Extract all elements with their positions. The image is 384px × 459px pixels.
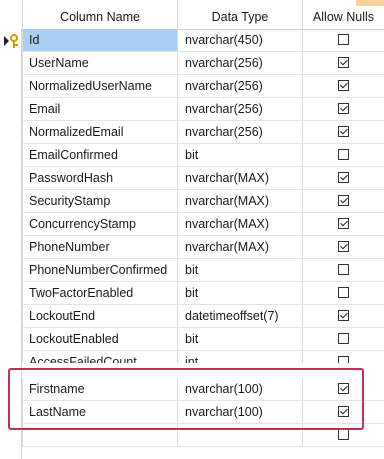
allow-nulls-cell: [302, 75, 384, 98]
table-row[interactable]: PasswordHash nvarchar(MAX): [0, 167, 384, 190]
column-name-cell[interactable]: Id: [22, 29, 177, 52]
allow-nulls-checkbox[interactable]: [338, 356, 349, 363]
allow-nulls-checkbox[interactable]: [338, 287, 349, 298]
highlight-annotation: [8, 368, 364, 430]
data-type-header[interactable]: Data Type: [177, 6, 302, 29]
row-selector[interactable]: [3, 102, 19, 118]
data-type-cell[interactable]: nvarchar(256): [177, 75, 302, 98]
table-row[interactable]: AccessFailedCount int: [0, 351, 384, 363]
row-selector[interactable]: [3, 217, 19, 233]
row-selector[interactable]: [3, 286, 19, 302]
allow-nulls-checkbox[interactable]: [338, 218, 349, 229]
table-designer-grid: Column Name Data Type Allow Nulls Id nvar…: [0, 0, 384, 459]
data-type-cell[interactable]: nvarchar(MAX): [177, 167, 302, 190]
row-selector[interactable]: [3, 194, 19, 210]
data-type-cell[interactable]: nvarchar(256): [177, 98, 302, 121]
column-name-cell[interactable]: NormalizedEmail: [22, 121, 177, 144]
row-selector[interactable]: [3, 355, 19, 363]
allow-nulls-checkbox[interactable]: [338, 172, 349, 183]
allow-nulls-checkbox[interactable]: [338, 103, 349, 114]
table-row[interactable]: LockoutEnd datetimeoffset(7): [0, 305, 384, 328]
table-row[interactable]: EmailConfirmed bit: [0, 144, 384, 167]
row-selector[interactable]: [3, 263, 19, 279]
allow-nulls-checkbox[interactable]: [338, 34, 349, 45]
allow-nulls-cell: [302, 121, 384, 144]
column-name-cell[interactable]: SecurityStamp: [22, 190, 177, 213]
allow-nulls-cell: [302, 351, 384, 363]
row-selector[interactable]: [3, 332, 19, 348]
allow-nulls-cell: [302, 259, 384, 282]
column-name-cell[interactable]: ConcurrencyStamp: [22, 213, 177, 236]
column-name-cell[interactable]: LockoutEnabled: [22, 328, 177, 351]
table-row[interactable]: TwoFactorEnabled bit: [0, 282, 384, 305]
column-name-header[interactable]: Column Name: [22, 6, 177, 29]
key-icon[interactable]: [3, 33, 19, 49]
data-type-cell[interactable]: bit: [177, 259, 302, 282]
data-type-cell[interactable]: datetimeoffset(7): [177, 305, 302, 328]
table-row[interactable]: Email nvarchar(256): [0, 98, 384, 121]
allow-nulls-cell: [302, 144, 384, 167]
allow-nulls-cell: [302, 98, 384, 121]
column-name-cell[interactable]: AccessFailedCount: [22, 351, 177, 363]
table-row[interactable]: LockoutEnabled bit: [0, 328, 384, 351]
data-type-cell[interactable]: nvarchar(MAX): [177, 236, 302, 259]
row-selector[interactable]: [3, 125, 19, 141]
table-row[interactable]: SecurityStamp nvarchar(MAX): [0, 190, 384, 213]
data-type-cell[interactable]: nvarchar(450): [177, 29, 302, 52]
column-name-cell[interactable]: UserName: [22, 52, 177, 75]
allow-nulls-checkbox[interactable]: [338, 264, 349, 275]
column-name-cell[interactable]: TwoFactorEnabled: [22, 282, 177, 305]
allow-nulls-checkbox[interactable]: [338, 195, 349, 206]
table-row[interactable]: PhoneNumberConfirmed bit: [0, 259, 384, 282]
row-selector[interactable]: [3, 309, 19, 325]
table-row[interactable]: UserName nvarchar(256): [0, 52, 384, 75]
row-selector-header[interactable]: [0, 6, 22, 29]
allow-nulls-cell: [302, 167, 384, 190]
data-type-cell[interactable]: nvarchar(MAX): [177, 190, 302, 213]
data-type-cell[interactable]: int: [177, 351, 302, 363]
table-row[interactable]: Id nvarchar(450): [0, 29, 384, 52]
allow-nulls-header[interactable]: Allow Nulls: [302, 6, 384, 29]
allow-nulls-cell: [302, 328, 384, 351]
table-row[interactable]: ConcurrencyStamp nvarchar(MAX): [0, 213, 384, 236]
table-row[interactable]: PhoneNumber nvarchar(MAX): [0, 236, 384, 259]
row-selector[interactable]: [3, 171, 19, 187]
column-name-cell[interactable]: PhoneNumber: [22, 236, 177, 259]
allow-nulls-checkbox[interactable]: [338, 149, 349, 160]
allow-nulls-checkbox[interactable]: [338, 57, 349, 68]
data-type-cell[interactable]: nvarchar(256): [177, 121, 302, 144]
allow-nulls-checkbox[interactable]: [338, 429, 349, 440]
row-selector[interactable]: [3, 56, 19, 72]
data-type-cell[interactable]: nvarchar(256): [177, 52, 302, 75]
allow-nulls-checkbox[interactable]: [338, 310, 349, 321]
column-name-cell[interactable]: PhoneNumberConfirmed: [22, 259, 177, 282]
allow-nulls-cell: [302, 305, 384, 328]
data-type-cell[interactable]: bit: [177, 328, 302, 351]
allow-nulls-cell: [302, 282, 384, 305]
allow-nulls-checkbox[interactable]: [338, 241, 349, 252]
allow-nulls-cell: [302, 52, 384, 75]
column-name-cell[interactable]: PasswordHash: [22, 167, 177, 190]
allow-nulls-cell: [302, 213, 384, 236]
row-selector[interactable]: [3, 240, 19, 256]
grid-header: Column Name Data Type Allow Nulls: [0, 6, 384, 30]
allow-nulls-checkbox[interactable]: [338, 126, 349, 137]
column-name-cell[interactable]: EmailConfirmed: [22, 144, 177, 167]
row-selector[interactable]: [3, 148, 19, 164]
allow-nulls-cell: [302, 29, 384, 52]
allow-nulls-checkbox[interactable]: [338, 80, 349, 91]
column-name-cell[interactable]: LockoutEnd: [22, 305, 177, 328]
table-row[interactable]: NormalizedUserName nvarchar(256): [0, 75, 384, 98]
row-selector[interactable]: [3, 79, 19, 95]
column-name-cell[interactable]: Email: [22, 98, 177, 121]
allow-nulls-checkbox[interactable]: [338, 333, 349, 344]
data-type-cell[interactable]: bit: [177, 282, 302, 305]
row-selector[interactable]: [3, 428, 19, 444]
data-type-cell[interactable]: bit: [177, 144, 302, 167]
column-name-cell[interactable]: NormalizedUserName: [22, 75, 177, 98]
data-type-cell[interactable]: nvarchar(MAX): [177, 213, 302, 236]
allow-nulls-cell: [302, 236, 384, 259]
allow-nulls-cell: [302, 190, 384, 213]
table-row[interactable]: NormalizedEmail nvarchar(256): [0, 121, 384, 144]
